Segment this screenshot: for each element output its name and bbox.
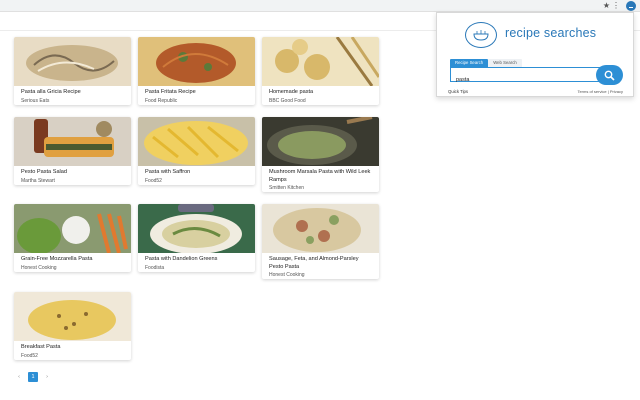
result-source: BBC Good Food bbox=[269, 97, 306, 104]
search-button[interactable] bbox=[596, 65, 623, 85]
result-image[interactable] bbox=[138, 204, 255, 253]
legal-links: Terms of service | Privacy bbox=[577, 89, 623, 94]
result-image[interactable] bbox=[138, 117, 255, 166]
search-input[interactable] bbox=[451, 73, 599, 87]
result-title[interactable]: Pasta alla Gricia Recipe bbox=[14, 86, 131, 97]
result-card[interactable]: Pasta Fritata Recipe Food Republic bbox=[138, 37, 255, 105]
result-source: Martha Stewart bbox=[21, 177, 55, 184]
result-image[interactable] bbox=[262, 37, 379, 86]
result-source: Food52 bbox=[21, 352, 38, 359]
browser-menu-icon[interactable]: ⋮ bbox=[612, 0, 620, 12]
terms-link[interactable]: Terms of service bbox=[577, 89, 606, 94]
result-title[interactable]: Breakfast Pasta bbox=[14, 341, 131, 352]
result-card[interactable]: Grain-Free Mozzarella Pasta Honest Cooki… bbox=[14, 204, 131, 272]
result-card[interactable]: Pasta with Dandelion Greens Foodista bbox=[138, 204, 255, 272]
result-image[interactable] bbox=[262, 117, 379, 166]
result-source: Food52 bbox=[145, 177, 162, 184]
result-title[interactable]: Pasta Fritata Recipe bbox=[138, 86, 255, 97]
result-source: Serious Eats bbox=[21, 97, 50, 104]
brand-name: recipe searches bbox=[505, 26, 597, 40]
result-title[interactable]: Pasta with Dandelion Greens bbox=[138, 253, 255, 264]
recipe-extension-icon[interactable] bbox=[626, 1, 636, 11]
prev-page-button[interactable]: ‹ bbox=[14, 372, 24, 382]
result-title[interactable]: Sausage, Feta, and Almond-Parsley Pesto … bbox=[262, 253, 379, 271]
result-card[interactable]: Pasta alla Gricia Recipe Serious Eats bbox=[14, 37, 131, 105]
bookmark-star-icon[interactable]: ★ bbox=[603, 0, 610, 12]
tab-web-search[interactable]: Web Search bbox=[488, 59, 522, 67]
browser-toolbar: ★ ⋮ bbox=[0, 0, 640, 12]
result-card[interactable]: Homemade pasta BBC Good Food bbox=[262, 37, 379, 105]
pagination: ‹ 1 › bbox=[14, 372, 52, 382]
result-source: Honest Cooking bbox=[21, 264, 57, 271]
result-image[interactable] bbox=[14, 37, 131, 86]
result-card[interactable]: Pesto Pasta Salad Martha Stewart bbox=[14, 117, 131, 185]
tab-recipe-search[interactable]: Recipe Search bbox=[450, 59, 489, 67]
legal-separator: | bbox=[607, 89, 609, 94]
logo-icon bbox=[465, 22, 497, 48]
search-icon bbox=[604, 70, 615, 81]
result-title[interactable]: Pesto Pasta Salad bbox=[14, 166, 131, 177]
result-title[interactable]: Homemade pasta bbox=[262, 86, 379, 97]
result-image[interactable] bbox=[262, 204, 379, 253]
result-image[interactable] bbox=[14, 204, 131, 253]
result-title[interactable]: Pasta with Saffron bbox=[138, 166, 255, 177]
page-1-button[interactable]: 1 bbox=[28, 372, 38, 382]
result-image[interactable] bbox=[138, 37, 255, 86]
result-source: Honest Cooking bbox=[269, 272, 305, 278]
privacy-link[interactable]: Privacy bbox=[610, 89, 623, 94]
result-title[interactable]: Grain-Free Mozzarella Pasta bbox=[14, 253, 131, 264]
result-image[interactable] bbox=[14, 292, 131, 341]
recipe-search-popup: recipe searches Recipe Search Web Search… bbox=[436, 12, 634, 97]
result-card[interactable]: Breakfast Pasta Food52 bbox=[14, 292, 131, 360]
result-title[interactable]: Mushroom Marsala Pasta with Wild Leek Ra… bbox=[262, 166, 379, 184]
next-page-button[interactable]: › bbox=[42, 372, 52, 382]
result-card[interactable]: Sausage, Feta, and Almond-Parsley Pesto … bbox=[262, 204, 379, 279]
result-card[interactable]: Pasta with Saffron Food52 bbox=[138, 117, 255, 185]
result-card[interactable]: Mushroom Marsala Pasta with Wild Leek Ra… bbox=[262, 117, 379, 192]
result-source: Food Republic bbox=[145, 97, 178, 104]
search-box bbox=[450, 67, 600, 87]
result-source: Smitten Kitchen bbox=[269, 185, 305, 191]
result-image[interactable] bbox=[14, 117, 131, 166]
quick-tips-link[interactable]: Quick Tips bbox=[448, 89, 468, 94]
search-tabs: Recipe Search Web Search bbox=[450, 59, 522, 67]
result-source: Foodista bbox=[145, 264, 165, 271]
